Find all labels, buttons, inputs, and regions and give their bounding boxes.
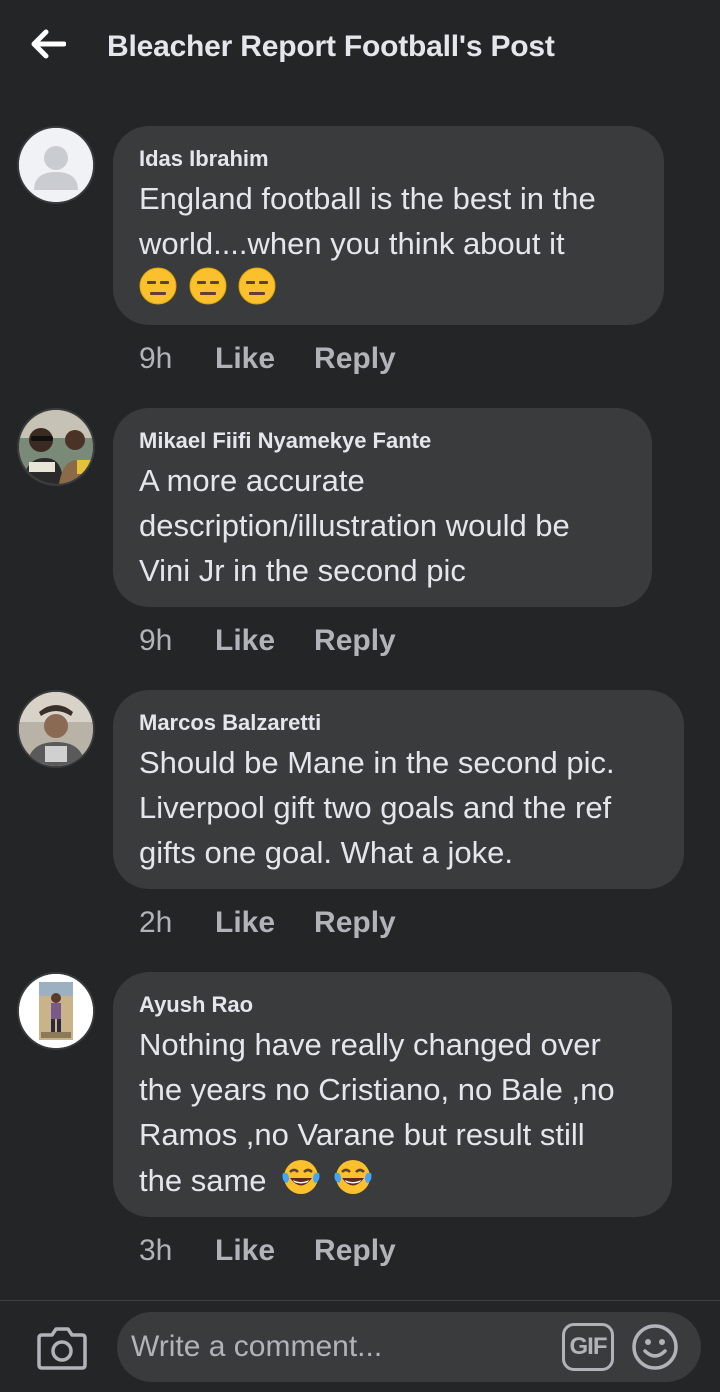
back-button[interactable]: [26, 24, 70, 64]
expressionless-face-icon: [238, 267, 276, 305]
comment-bubble[interactable]: Mikael Fiifi Nyamekye Fante A more accur…: [113, 408, 652, 607]
comment-bubble[interactable]: Idas Ibrahim England football is the bes…: [113, 126, 664, 325]
user-photo: [19, 692, 93, 766]
comment-bubble[interactable]: Ayush Rao Nothing have really changed ov…: [113, 972, 672, 1217]
comment-actions: 2h Like Reply: [139, 906, 396, 940]
comment-bubble[interactable]: Marcos Balzaretti Should be Mane in the …: [113, 690, 684, 889]
comment-author[interactable]: Idas Ibrahim: [139, 146, 638, 172]
comment-time: 9h: [139, 342, 173, 375]
reply-button[interactable]: Reply: [314, 624, 396, 658]
reply-button[interactable]: Reply: [314, 1234, 396, 1268]
emoji-button[interactable]: [631, 1323, 679, 1371]
comment-composer: GIF: [0, 1300, 720, 1392]
comment-author[interactable]: Mikael Fiifi Nyamekye Fante: [139, 428, 626, 454]
comment-text: A more accurate description/illustration…: [139, 463, 570, 588]
expressionless-face-icon: [139, 267, 177, 305]
default-avatar-icon: [19, 128, 93, 202]
post-comments-screen: Bleacher Report Football's Post Idas Ibr…: [0, 0, 720, 1392]
user-photo: [19, 974, 93, 1048]
smiley-icon: [632, 1324, 678, 1370]
avatar[interactable]: [17, 690, 95, 768]
camera-button[interactable]: [36, 1325, 88, 1371]
avatar[interactable]: [17, 126, 95, 204]
comment-actions: 9h Like Reply: [139, 342, 396, 376]
arrow-left-icon: [31, 29, 66, 59]
comment-time: 2h: [139, 906, 173, 939]
comment-text: Should be Mane in the second pic. Liverp…: [139, 745, 615, 870]
reply-button[interactable]: Reply: [314, 342, 396, 376]
emoji-row: [139, 266, 638, 311]
page-title: Bleacher Report Football's Post: [107, 30, 555, 63]
comment-actions: 3h Like Reply: [139, 1234, 396, 1268]
comment-time: 9h: [139, 624, 173, 657]
comment-actions: 9h Like Reply: [139, 624, 396, 658]
comment-author[interactable]: Marcos Balzaretti: [139, 710, 658, 736]
comment-time: 3h: [139, 1234, 173, 1267]
comment-author[interactable]: Ayush Rao: [139, 992, 646, 1018]
gif-button[interactable]: GIF: [562, 1323, 614, 1371]
avatar[interactable]: [17, 408, 95, 486]
like-button[interactable]: Like: [215, 342, 275, 376]
comment-text: Nothing have really changed over the yea…: [139, 1027, 615, 1198]
like-button[interactable]: Like: [215, 624, 275, 658]
avatar[interactable]: [17, 972, 95, 1050]
comment-text: England football is the best in the worl…: [139, 176, 638, 311]
tears-of-joy-icon: [334, 1160, 372, 1194]
like-button[interactable]: Like: [215, 906, 275, 940]
reply-button[interactable]: Reply: [314, 906, 396, 940]
expressionless-face-icon: [189, 267, 227, 305]
top-bar: Bleacher Report Football's Post: [0, 0, 720, 100]
camera-icon: [37, 1327, 87, 1370]
tears-of-joy-icon: [282, 1160, 320, 1194]
user-photo: [19, 410, 93, 484]
like-button[interactable]: Like: [215, 1234, 275, 1268]
